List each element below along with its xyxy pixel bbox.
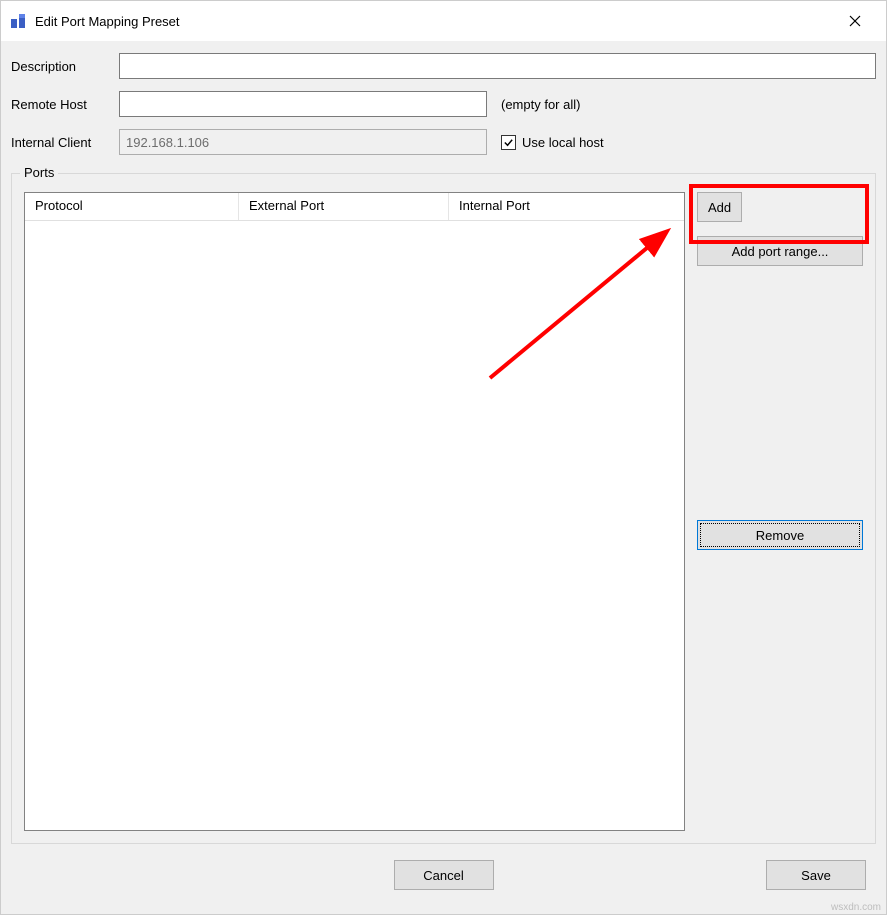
remote-host-hint: (empty for all) [501,97,580,112]
remove-button-label: Remove [756,528,804,543]
use-local-host-label: Use local host [522,135,604,150]
dialog-content: Description Remote Host (empty for all) … [1,41,886,914]
ports-table: Protocol External Port Internal Port [24,192,685,831]
ports-buttons: Add Add port range... Remove [685,192,863,831]
window-title: Edit Port Mapping Preset [35,14,832,29]
save-button-label: Save [801,868,831,883]
save-button[interactable]: Save [766,860,866,890]
dialog-window: Edit Port Mapping Preset Description Rem… [0,0,887,915]
use-local-host-wrap: Use local host [501,135,604,150]
titlebar: Edit Port Mapping Preset [1,1,886,41]
description-row: Description [11,53,876,79]
close-button[interactable] [832,5,878,37]
ports-table-header: Protocol External Port Internal Port [25,193,684,221]
add-port-range-button[interactable]: Add port range... [697,236,863,266]
cancel-button[interactable]: Cancel [394,860,494,890]
add-button[interactable]: Add [697,192,742,222]
ports-table-body[interactable] [25,221,684,830]
app-icon [9,12,27,30]
internal-client-label: Internal Client [11,135,119,150]
ports-groupbox: Ports Protocol External Port Internal Po… [11,173,876,844]
internal-client-input [119,129,487,155]
ports-group-label: Ports [20,165,58,180]
description-label: Description [11,59,119,74]
remote-host-row: Remote Host (empty for all) [11,91,876,117]
dialog-footer: Cancel Save [11,854,876,904]
use-local-host-checkbox[interactable] [501,135,516,150]
close-icon [849,15,861,27]
remove-button[interactable]: Remove [697,520,863,550]
add-button-label: Add [708,200,731,215]
column-protocol[interactable]: Protocol [25,193,239,220]
add-port-range-label: Add port range... [732,244,829,259]
internal-client-row: Internal Client Use local host [11,129,876,155]
watermark: wsxdn.com [831,902,881,913]
checkmark-icon [503,137,514,148]
column-internal-port[interactable]: Internal Port [449,193,684,220]
remote-host-label: Remote Host [11,97,119,112]
description-input[interactable] [119,53,876,79]
cancel-button-label: Cancel [423,868,463,883]
column-external-port[interactable]: External Port [239,193,449,220]
remote-host-input[interactable] [119,91,487,117]
